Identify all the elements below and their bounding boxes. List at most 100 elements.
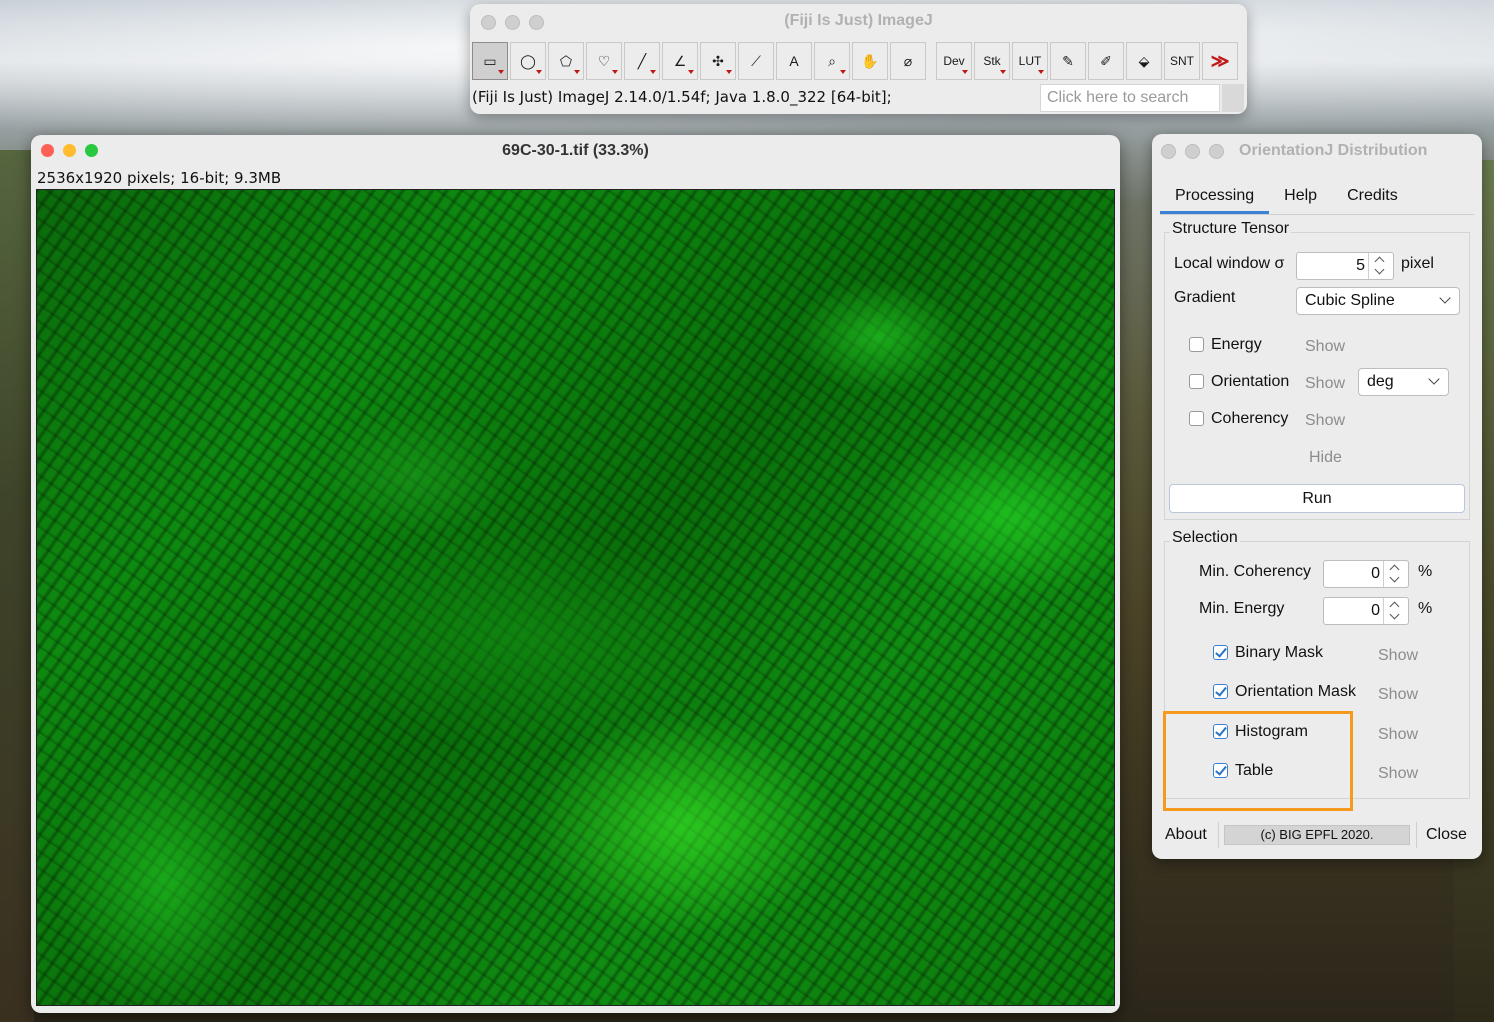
imagej-status-text: (Fiji Is Just) ImageJ 2.14.0/1.54f; Java… bbox=[472, 88, 892, 106]
percent-label: % bbox=[1418, 563, 1433, 580]
binary-mask-checkbox[interactable] bbox=[1213, 645, 1228, 660]
min-coherency-spinner[interactable]: 0 bbox=[1323, 560, 1409, 588]
wand-tool-icon: ⟋ bbox=[751, 52, 761, 69]
dropdown-indicator-icon bbox=[612, 70, 618, 74]
table-show-button[interactable]: Show bbox=[1378, 765, 1418, 783]
footer-separator bbox=[1416, 822, 1417, 848]
flood-fill-tool-button[interactable]: ⬙ bbox=[1126, 42, 1162, 80]
orientation-checkbox[interactable] bbox=[1189, 374, 1204, 389]
rectangle-tool-button[interactable]: ▭ bbox=[472, 42, 508, 80]
microscopy-image-canvas[interactable] bbox=[36, 189, 1115, 1006]
binary-mask-label: Binary Mask bbox=[1235, 644, 1324, 661]
min-energy-value: 0 bbox=[1371, 602, 1380, 619]
image-window: 69C-30-1.tif (33.3%) 2536x1920 pixels; 1… bbox=[31, 135, 1120, 1013]
minimize-window-button[interactable] bbox=[1185, 144, 1200, 159]
orientation-mask-show-button[interactable]: Show bbox=[1378, 686, 1418, 704]
desktop-background-left bbox=[0, 150, 34, 1022]
min-coherency-label: Min. Coherency bbox=[1199, 563, 1312, 580]
angle-tool-icon: ∠ bbox=[673, 52, 687, 69]
freehand-tool-icon: ♡ bbox=[597, 52, 611, 69]
chevron-down-icon bbox=[1428, 373, 1440, 385]
search-input[interactable]: Click here to search bbox=[1040, 84, 1220, 112]
min-energy-spinner[interactable]: 0 bbox=[1323, 597, 1409, 625]
text-tool-button[interactable]: A bbox=[776, 42, 812, 80]
dev-menu-button[interactable]: Dev bbox=[936, 42, 972, 80]
orientation-unit-select[interactable]: deg bbox=[1358, 368, 1449, 396]
stack-menu-button[interactable]: Stk bbox=[974, 42, 1010, 80]
multipoint-tool-icon: ✣ bbox=[712, 52, 724, 69]
spinner-arrows-icon[interactable] bbox=[1368, 253, 1393, 279]
histogram-show-button[interactable]: Show bbox=[1378, 726, 1418, 744]
magnifier-tool-button[interactable]: ⌕ bbox=[814, 42, 850, 80]
pencil-tool-button[interactable]: ✎ bbox=[1050, 42, 1086, 80]
more-tools-icon: ≫ bbox=[1210, 50, 1230, 71]
about-button[interactable]: About bbox=[1165, 826, 1207, 844]
local-window-unit: pixel bbox=[1401, 255, 1434, 272]
dropdown-indicator-icon bbox=[688, 70, 694, 74]
orientation-mask-label: Orientation Mask bbox=[1235, 683, 1356, 700]
dropdown-indicator-icon bbox=[498, 70, 504, 74]
lut-menu-button[interactable]: LUT bbox=[1012, 42, 1048, 80]
dropper-tool-button[interactable]: ⌀ bbox=[890, 42, 926, 80]
freehand-tool-button[interactable]: ♡ bbox=[586, 42, 622, 80]
spinner-arrows-icon[interactable] bbox=[1383, 598, 1408, 624]
group-title: Structure Tensor bbox=[1170, 220, 1292, 238]
local-window-spinner[interactable]: 5 bbox=[1296, 252, 1394, 280]
imagej-toolbar: ▭ ◯ ⬠ ♡ ╱ ∠ ✣ ⟋ A ⌕ ✋ ⌀ Dev Stk LUT ✎ ✐ ⬙ SNT ≫ bbox=[472, 42, 1240, 80]
zoom-window-button[interactable] bbox=[1209, 144, 1224, 159]
oval-tool-button[interactable]: ◯ bbox=[510, 42, 546, 80]
energy-show-button[interactable]: Show bbox=[1305, 338, 1345, 356]
tab-credits[interactable]: Credits bbox=[1332, 186, 1413, 214]
dropper-tool-icon: ⌀ bbox=[903, 52, 913, 69]
gradient-select[interactable]: Cubic Spline bbox=[1296, 287, 1460, 315]
coherency-show-button[interactable]: Show bbox=[1305, 412, 1345, 430]
energy-label: Energy bbox=[1211, 336, 1262, 353]
brush-tool-button[interactable]: ✐ bbox=[1088, 42, 1124, 80]
close-window-button[interactable] bbox=[1161, 144, 1176, 159]
highlight-annotation-box bbox=[1163, 711, 1353, 811]
oval-tool-icon: ◯ bbox=[520, 52, 536, 69]
dropdown-indicator-icon bbox=[574, 70, 580, 74]
wand-tool-button[interactable]: ⟋ bbox=[738, 42, 774, 80]
coherency-checkbox[interactable] bbox=[1189, 411, 1204, 426]
angle-tool-button[interactable]: ∠ bbox=[662, 42, 698, 80]
line-tool-icon: ╱ bbox=[637, 52, 647, 69]
gradient-value: Cubic Spline bbox=[1305, 292, 1395, 309]
run-button[interactable]: Run bbox=[1169, 484, 1465, 513]
snt-tool-button[interactable]: SNT bbox=[1164, 42, 1200, 80]
pencil-tool-icon: ✎ bbox=[1062, 52, 1074, 69]
hide-button[interactable]: Hide bbox=[1309, 449, 1342, 467]
hand-tool-icon: ✋ bbox=[861, 52, 879, 69]
image-info-text: 2536x1920 pixels; 16-bit; 9.3MB bbox=[37, 169, 282, 187]
group-title: Selection bbox=[1170, 529, 1240, 547]
lut-menu-icon: LUT bbox=[1018, 54, 1042, 68]
search-button[interactable] bbox=[1222, 84, 1244, 112]
more-tools-button[interactable]: ≫ bbox=[1202, 42, 1238, 80]
polygon-tool-button[interactable]: ⬠ bbox=[548, 42, 584, 80]
tab-processing[interactable]: Processing bbox=[1160, 186, 1270, 214]
polygon-tool-icon: ⬠ bbox=[559, 52, 573, 69]
footer-separator bbox=[1218, 822, 1219, 848]
dropdown-indicator-icon bbox=[1000, 70, 1006, 74]
magnifier-tool-icon: ⌕ bbox=[828, 52, 836, 69]
multipoint-tool-button[interactable]: ✣ bbox=[700, 42, 736, 80]
rectangle-tool-icon: ▭ bbox=[483, 52, 497, 69]
energy-checkbox[interactable] bbox=[1189, 337, 1204, 352]
orientation-show-button[interactable]: Show bbox=[1305, 375, 1345, 393]
snt-tool-icon: SNT bbox=[1170, 54, 1194, 68]
line-tool-button[interactable]: ╱ bbox=[624, 42, 660, 80]
min-coherency-value: 0 bbox=[1371, 565, 1380, 582]
dropdown-indicator-icon bbox=[1038, 70, 1044, 74]
tab-help[interactable]: Help bbox=[1269, 186, 1332, 214]
hand-tool-button[interactable]: ✋ bbox=[852, 42, 888, 80]
local-window-value: 5 bbox=[1356, 257, 1365, 274]
text-tool-icon: A bbox=[789, 53, 799, 69]
close-button[interactable]: Close bbox=[1426, 826, 1467, 844]
chevron-down-icon bbox=[1439, 292, 1451, 304]
orientation-mask-checkbox[interactable] bbox=[1213, 684, 1228, 699]
binary-mask-show-button[interactable]: Show bbox=[1378, 647, 1418, 665]
orientation-unit-value: deg bbox=[1367, 373, 1394, 390]
tab-bar: Processing Help Credits bbox=[1160, 186, 1413, 214]
spinner-arrows-icon[interactable] bbox=[1383, 561, 1408, 587]
dropdown-indicator-icon bbox=[840, 70, 846, 74]
